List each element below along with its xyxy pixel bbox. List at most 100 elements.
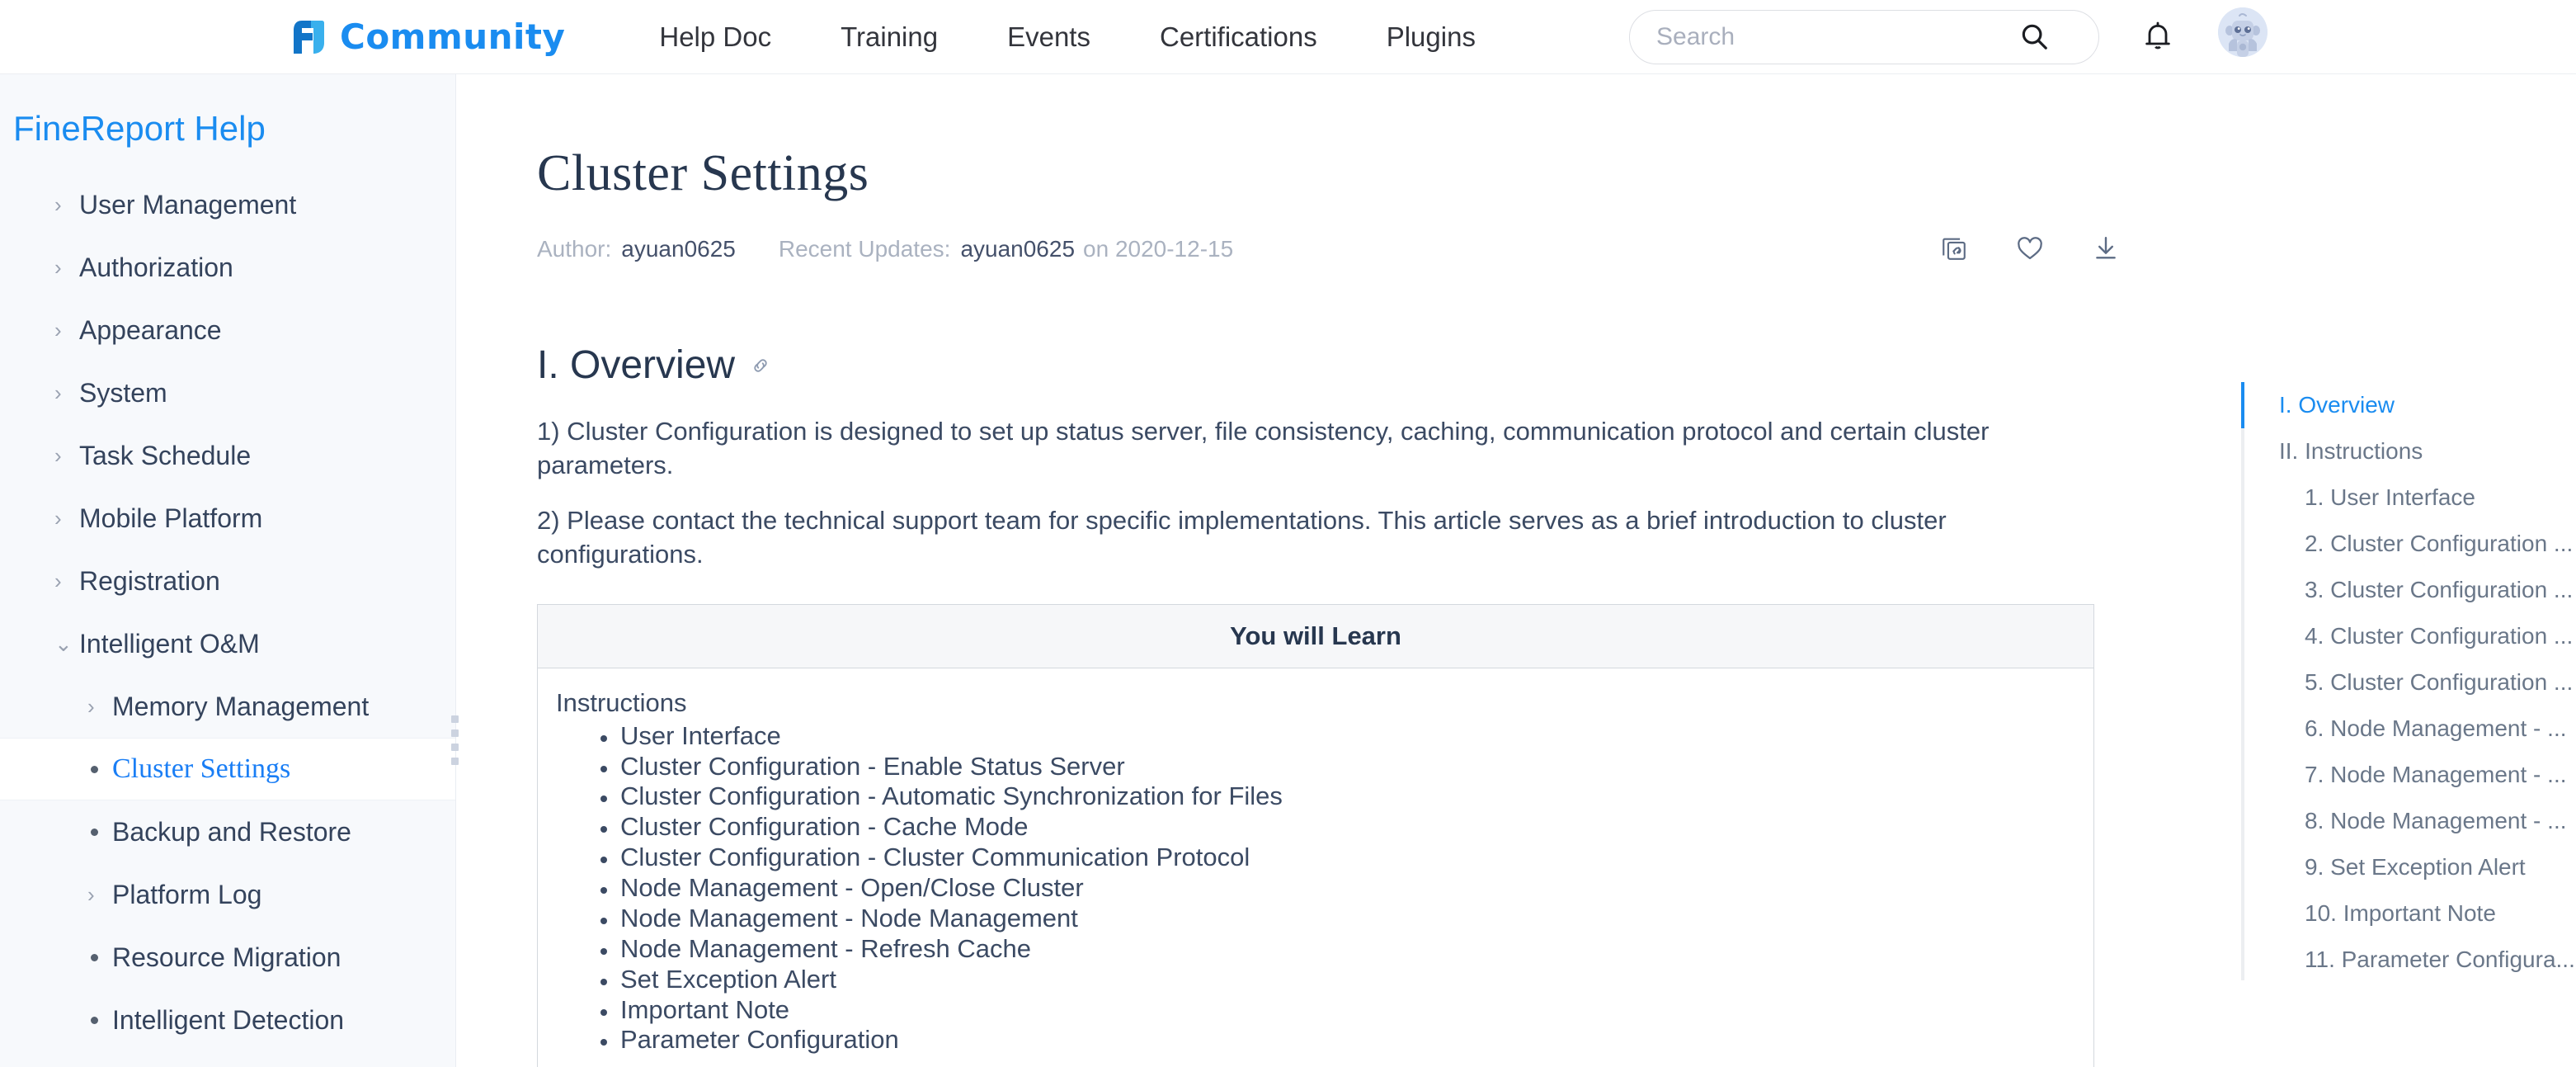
sidebar-item-memory-management[interactable]: › Memory Management: [0, 675, 455, 738]
sidebar-item-appearance[interactable]: › Appearance: [0, 299, 455, 361]
sidebar-item-cluster-settings[interactable]: Cluster Settings: [0, 738, 455, 800]
author-value: ayuan0625: [621, 236, 736, 262]
document-meta: Author: ayuan0625 Recent Updates: ayuan0…: [537, 233, 2137, 266]
sidebar-nav-list: › User Management › Authorization › Appe…: [0, 173, 455, 1051]
handle-dot: [451, 758, 459, 765]
toc-item-8[interactable]: 8. Node Management - ...: [2241, 798, 2576, 844]
sidebar-item-label: Resource Migration: [112, 942, 341, 973]
main-content: Cluster Settings Author: ayuan0625 Recen…: [457, 74, 2218, 1067]
list-item: Node Management - Open/Close Cluster: [596, 873, 2093, 904]
toc-item-1[interactable]: 1. User Interface: [2241, 474, 2576, 521]
sidebar-item-label: System: [79, 378, 167, 408]
chevron-right-icon: ›: [87, 882, 112, 908]
sidebar-item-label: Memory Management: [112, 692, 369, 722]
toc-item-overview[interactable]: I. Overview: [2241, 382, 2576, 428]
sidebar-item-resource-migration[interactable]: Resource Migration: [0, 926, 455, 989]
download-button[interactable]: [2089, 233, 2122, 266]
list-item: Cluster Configuration - Cluster Communic…: [596, 843, 2093, 873]
search-input[interactable]: [1630, 12, 2009, 62]
anchor-link-icon[interactable]: [750, 355, 771, 376]
sidebar-item-label: Intelligent Detection: [112, 1005, 344, 1036]
sidebar-item-task-schedule[interactable]: › Task Schedule: [0, 424, 455, 487]
instructions-label: Instructions: [556, 688, 2093, 718]
section-heading-text: I. Overview: [537, 342, 735, 388]
chevron-right-icon: ›: [54, 443, 79, 469]
toc-item-11[interactable]: 11. Parameter Configura...: [2241, 937, 2576, 983]
chevron-right-icon: ›: [54, 380, 79, 406]
handle-dot: [451, 744, 459, 751]
sidebar-item-label: Cluster Settings: [112, 753, 290, 785]
sidebar-item-label: Backup and Restore: [112, 817, 351, 847]
chevron-down-icon: ⌄: [54, 631, 79, 657]
page-title: Cluster Settings: [537, 144, 2218, 203]
user-avatar[interactable]: [2218, 7, 2268, 57]
table-header-cell: You will Learn: [538, 604, 2094, 668]
sidebar-item-intelligent-om[interactable]: ⌄ Intelligent O&M: [0, 612, 455, 675]
toc-item-7[interactable]: 7. Node Management - ...: [2241, 752, 2576, 798]
sidebar-item-label: Task Schedule: [79, 441, 251, 471]
nav-item-plugins[interactable]: Plugins: [1352, 21, 1510, 53]
learn-items-list: User Interface Cluster Configuration - E…: [596, 721, 2093, 1056]
toc-item-3[interactable]: 3. Cluster Configuration ...: [2241, 567, 2576, 613]
sidebar-item-intelligent-detection[interactable]: Intelligent Detection: [0, 989, 455, 1051]
nav-item-events[interactable]: Events: [972, 21, 1125, 53]
finereport-logo-icon: [290, 18, 325, 56]
toc-item-2[interactable]: 2. Cluster Configuration ...: [2241, 521, 2576, 567]
nav-item-help-doc[interactable]: Help Doc: [624, 21, 806, 53]
document-actions: [1938, 233, 2122, 266]
sidebar-item-backup-and-restore[interactable]: Backup and Restore: [0, 800, 455, 863]
list-item: Cluster Configuration - Cache Mode: [596, 812, 2093, 843]
recent-updates-value: ayuan0625: [960, 236, 1075, 262]
overview-paragraph-1: 1) Cluster Configuration is designed to …: [537, 415, 2092, 483]
toc-item-9[interactable]: 9. Set Exception Alert: [2241, 844, 2576, 890]
list-item: Important Note: [596, 995, 2093, 1026]
chevron-right-icon: ›: [54, 255, 79, 281]
toc-item-6[interactable]: 6. Node Management - ...: [2241, 706, 2576, 752]
heart-icon: [2015, 234, 2045, 266]
bullet-icon: [87, 829, 112, 836]
chevron-right-icon: ›: [87, 694, 112, 720]
toc-item-4[interactable]: 4. Cluster Configuration ...: [2241, 613, 2576, 659]
sidebar-item-mobile-platform[interactable]: › Mobile Platform: [0, 487, 455, 550]
list-item: Cluster Configuration - Enable Status Se…: [596, 752, 2093, 782]
top-header: Community Help Doc Training Events Certi…: [0, 0, 2576, 74]
brand-name: Community: [340, 17, 565, 57]
toc-item-10[interactable]: 10. Important Note: [2241, 890, 2576, 937]
sidebar-item-authorization[interactable]: › Authorization: [0, 236, 455, 299]
favorite-button[interactable]: [2013, 233, 2046, 266]
brand[interactable]: Community: [290, 17, 565, 57]
list-item: Node Management - Node Management: [596, 904, 2093, 934]
sidebar-item-platform-log[interactable]: › Platform Log: [0, 863, 455, 926]
main-nav: Help Doc Training Events Certifications …: [624, 21, 1510, 53]
sidebar-item-label: Appearance: [79, 315, 222, 346]
sidebar-item-registration[interactable]: › Registration: [0, 550, 455, 612]
search-button[interactable]: [2009, 12, 2059, 62]
toc-item-5[interactable]: 5. Cluster Configuration ...: [2241, 659, 2576, 706]
notification-bell-icon: [2141, 19, 2174, 54]
sidebar-item-user-management[interactable]: › User Management: [0, 173, 455, 236]
sidebar-title: FineReport Help: [0, 74, 455, 149]
search-box[interactable]: [1629, 10, 2099, 64]
author-label: Author:: [537, 236, 611, 262]
sidebar-item-label: Platform Log: [112, 880, 261, 910]
table-of-contents: I. Overview II. Instructions 1. User Int…: [2241, 74, 2576, 1067]
recent-updates-label: Recent Updates:: [779, 236, 951, 262]
sidebar-resize-handle[interactable]: [450, 715, 460, 765]
nav-item-training[interactable]: Training: [806, 21, 972, 53]
section-heading-overview: I. Overview: [537, 342, 2218, 388]
sidebar-item-label: Mobile Platform: [79, 503, 262, 534]
list-item: Cluster Configuration - Automatic Synchr…: [596, 781, 2093, 812]
notifications-button[interactable]: [2136, 15, 2179, 58]
sidebar-item-system[interactable]: › System: [0, 361, 455, 424]
list-item: Set Exception Alert: [596, 965, 2093, 995]
toc-item-instructions[interactable]: II. Instructions: [2241, 428, 2576, 474]
chevron-right-icon: ›: [54, 506, 79, 531]
list-item: Node Management - Refresh Cache: [596, 934, 2093, 965]
nav-item-certifications[interactable]: Certifications: [1125, 21, 1352, 53]
sidebar: FineReport Help › User Management › Auth…: [0, 74, 456, 1067]
recent-updates-date: on 2020-12-15: [1083, 236, 1233, 262]
copy-link-button[interactable]: [1938, 233, 1971, 266]
sidebar-item-label: User Management: [79, 190, 296, 220]
bullet-icon: [87, 954, 112, 961]
download-icon: [2092, 234, 2120, 265]
